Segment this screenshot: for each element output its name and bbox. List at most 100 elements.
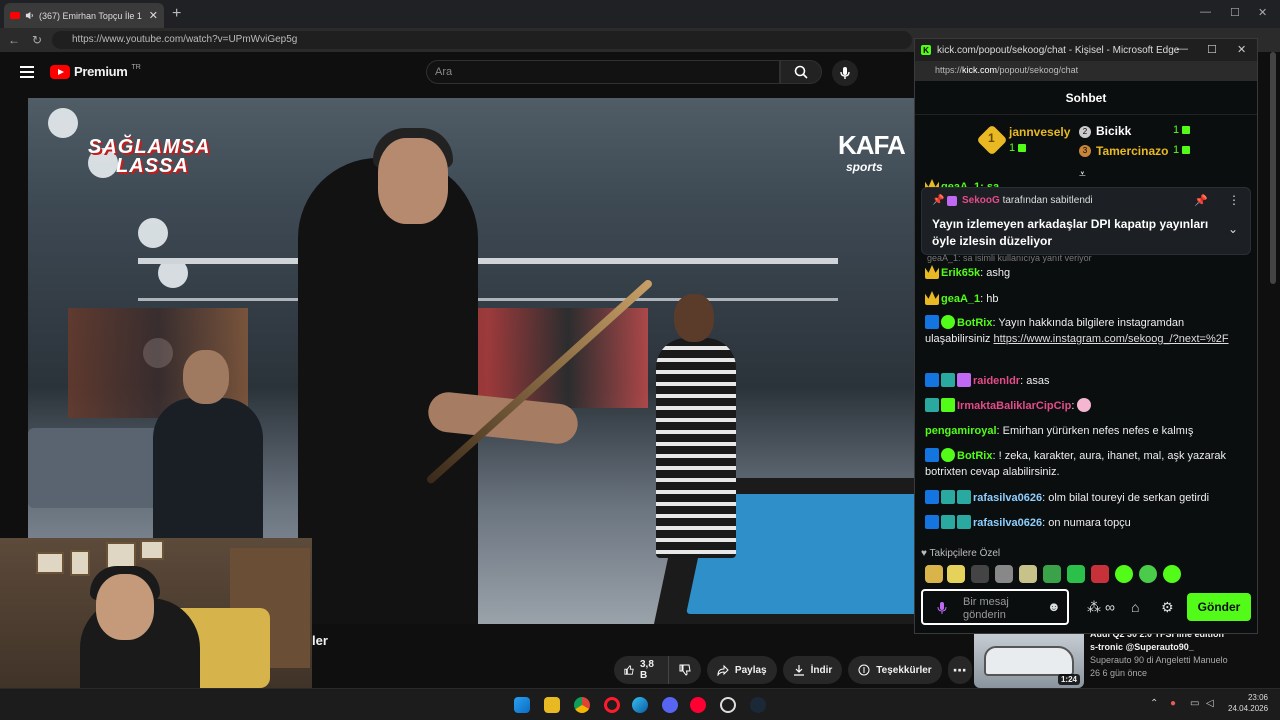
taskbar-clock[interactable]: 23:06 24.04.2026 (1228, 692, 1268, 714)
chat-link[interactable]: https://www.instagram.com/sekoog_/?next=… (993, 333, 1228, 345)
search-button[interactable] (780, 60, 822, 84)
recommended-thumbnail[interactable]: 1:24 (974, 626, 1084, 688)
minimize-icon[interactable]: — (1200, 6, 1211, 18)
chat-username[interactable]: BotRix (957, 450, 992, 462)
rank-2-number: 2 (1079, 126, 1091, 138)
chat-username[interactable]: Erik65k (941, 267, 980, 279)
search-input[interactable]: Ara (426, 60, 780, 84)
tray-display-icon[interactable]: ▭ (1190, 698, 1199, 709)
menu-icon[interactable] (20, 66, 34, 78)
subscriber-badge-icon (941, 515, 955, 529)
share-button[interactable]: Paylaş (706, 656, 777, 684)
emote-icon[interactable] (1115, 565, 1133, 583)
chrome-icon[interactable] (574, 697, 590, 713)
chat-messages: Erik65k: ashg geaA_1: hb BotRix: Yayın h… (915, 179, 1257, 539)
tab-close-icon[interactable]: ✕ (149, 9, 158, 22)
chat-message: geaA_1: hb (925, 291, 1243, 307)
emote-icon[interactable] (947, 565, 965, 583)
infinity-icon[interactable]: ∞ (1105, 599, 1115, 615)
browser-tabbar: (367) Emirhan Topçu İle 1 Gün ✕ + — ☐ ✕ (0, 0, 1280, 28)
chat-username[interactable]: raidenldr (973, 375, 1020, 387)
thanks-button[interactable]: Teşekkürler (848, 656, 942, 684)
download-label: İndir (810, 664, 833, 676)
send-button[interactable]: Gönder (1187, 593, 1251, 621)
url-field[interactable]: https://www.youtube.com/watch?v=UPmWviGe… (52, 31, 912, 49)
windows-start-icon[interactable] (514, 697, 530, 713)
leader-3-name[interactable]: Tamercinazo (1096, 144, 1168, 158)
leader-2-name[interactable]: Bicikk (1096, 124, 1131, 138)
chat-input-placeholder: Bir mesaj gönderin (963, 596, 1009, 621)
main-person-head (378, 138, 448, 224)
crown-badge-icon (925, 265, 939, 279)
opera-icon[interactable] (604, 697, 620, 713)
tab-title: (367) Emirhan Topçu İle 1 Gün (39, 10, 144, 21)
tray-expand-icon[interactable]: ⌃ (1150, 698, 1158, 709)
emote-icon[interactable] (1043, 565, 1061, 583)
microphone-icon[interactable] (937, 601, 947, 615)
kick-close-icon[interactable]: ✕ (1237, 43, 1246, 56)
emote-icon[interactable] (1091, 565, 1109, 583)
back-icon[interactable]: ← (8, 33, 20, 47)
chat-message: raidenldr: asas (925, 373, 1243, 389)
youtube-favicon-icon (10, 12, 20, 19)
tray-mic-icon[interactable]: ● (1170, 698, 1176, 709)
leader-1-count: 1 (1009, 142, 1027, 154)
like-button[interactable]: 3,8 B (614, 656, 668, 684)
emote-icon[interactable] (1139, 565, 1157, 583)
more-actions-button[interactable]: ⋯ (947, 656, 972, 684)
youtube-music-icon[interactable] (690, 697, 706, 713)
chat-username[interactable]: geaA_1 (941, 293, 980, 305)
chat-username[interactable]: BotRix (957, 317, 992, 329)
chat-username[interactable]: IrmaktaBaliklarCipCip (957, 400, 1071, 412)
app-icon[interactable] (720, 697, 736, 713)
emote-icon[interactable] (1067, 565, 1085, 583)
chat-username[interactable]: rafasilva0626 (973, 492, 1042, 504)
page-scrollbar[interactable] (1270, 52, 1276, 284)
share-label: Paylaş (734, 664, 767, 676)
download-button[interactable]: İndir (782, 656, 843, 684)
moderator-badge-icon (925, 515, 939, 529)
emote-picker-icon[interactable]: ⁂ (1087, 599, 1101, 616)
chat-message: IrmaktaBaliklarCipCip: (925, 398, 1243, 414)
close-window-icon[interactable]: ✕ (1258, 6, 1267, 19)
chat-text: on numara topçu (1048, 517, 1131, 529)
emote-icon[interactable] (995, 565, 1013, 583)
chat-text: asas (1026, 375, 1050, 387)
emote-icon[interactable] (925, 565, 943, 583)
edge-icon[interactable] (632, 697, 648, 713)
browser-tab[interactable]: (367) Emirhan Topçu İle 1 Gün ✕ (4, 3, 164, 28)
dislike-button[interactable] (667, 656, 701, 684)
crown-badge-icon (925, 291, 939, 305)
video-logo-left: SAĞLAMSA LASSA (88, 137, 210, 176)
kick-url-path: /popout/sekoog/chat (997, 65, 1079, 75)
share-icon (717, 664, 729, 676)
chat-username[interactable]: rafasilva0626 (973, 517, 1042, 529)
chat-username[interactable]: pengamiroyal (925, 425, 997, 437)
emote-icon[interactable] (1019, 565, 1037, 583)
leader-1-name[interactable]: jannvesely (1009, 125, 1070, 139)
recommended-video[interactable]: 1:24 Audi Q2 30 2.0 TFSI line edition s-… (974, 626, 1280, 688)
discord-icon[interactable] (662, 697, 678, 713)
new-tab-button[interactable]: + (172, 5, 181, 23)
youtube-logo[interactable]: Premium TR (50, 64, 141, 79)
speaker-icon[interactable] (25, 11, 34, 20)
emote-icon[interactable] (971, 565, 989, 583)
store-icon[interactable]: ⌂ (1131, 599, 1139, 615)
wall-frame (70, 550, 90, 576)
maximize-icon[interactable]: ☐ (1230, 6, 1240, 19)
chat-message-input[interactable]: Bir mesaj gönderin ☻ (921, 589, 1069, 625)
recommended-stats: 26 6 gün önce (1090, 668, 1148, 678)
tray-volume-icon[interactable]: ◁ (1206, 698, 1214, 709)
emoji-icon[interactable]: ☻ (1047, 599, 1061, 614)
voice-search-button[interactable] (832, 60, 858, 86)
car-image (984, 646, 1074, 676)
leader-2-count: 1 (1173, 124, 1191, 136)
file-explorer-icon[interactable] (544, 697, 560, 713)
settings-gear-icon[interactable]: ⚙ (1161, 599, 1174, 616)
steam-icon[interactable] (750, 697, 766, 713)
emote-icon[interactable] (1163, 565, 1181, 583)
kick-maximize-icon[interactable]: ☐ (1207, 43, 1217, 56)
kick-url-field[interactable]: https://kick.com/popout/sekoog/chat (915, 61, 1257, 81)
refresh-icon[interactable]: ↻ (32, 33, 42, 47)
kick-minimize-icon[interactable]: — (1177, 43, 1188, 55)
